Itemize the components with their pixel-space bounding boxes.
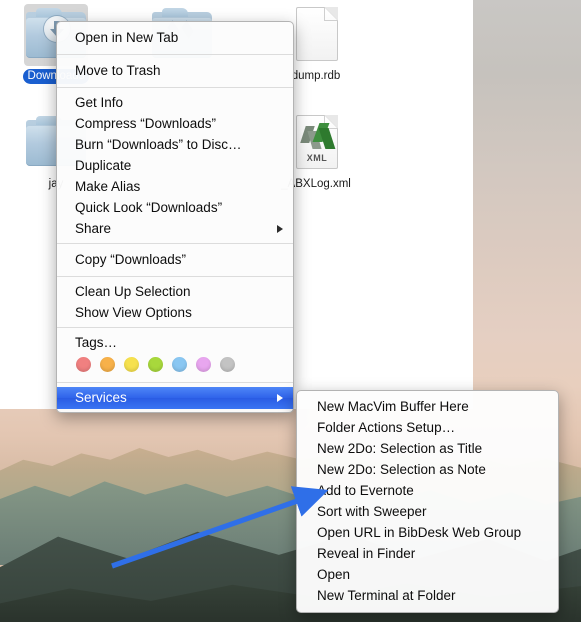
chevron-right-icon [277,394,283,402]
submenu-item-open[interactable]: Open [297,564,558,585]
menu-item-label: Quick Look “Downloads” [75,200,223,215]
menu-item-burn-to-disc[interactable]: Burn “Downloads” to Disc… [57,134,293,155]
menu-item-label: Burn “Downloads” to Disc… [75,137,242,152]
tag-blue-swatch[interactable] [172,357,187,372]
menu-item-share[interactable]: Share [57,218,293,239]
submenu-item-new-macvim-buffer-here[interactable]: New MacVim Buffer Here [297,396,558,417]
menu-item-show-view-options[interactable]: Show View Options [57,302,293,323]
submenu-item-label: New 2Do: Selection as Title [317,441,483,456]
submenu-item-label: New 2Do: Selection as Note [317,462,486,477]
submenu-item-folder-actions-setup[interactable]: Folder Actions Setup… [297,417,558,438]
menu-item-get-info[interactable]: Get Info [57,92,293,113]
tag-color-swatches[interactable] [57,353,293,378]
menu-item-tags[interactable]: Tags… [57,332,293,353]
menu-separator [57,327,293,328]
menu-separator [57,243,293,244]
submenu-item-label: Open URL in BibDesk Web Group [317,525,522,540]
menu-item-label: Duplicate [75,158,132,173]
submenu-item-label: New Terminal at Folder [317,588,456,603]
menu-separator [57,87,293,88]
xml-badge-label: XML [306,153,328,163]
menu-item-label: Move to Trash [75,63,161,78]
menu-item-services[interactable]: Services [57,387,293,409]
menu-item-label: Copy “Downloads” [75,252,187,267]
submenu-item-label: Reveal in Finder [317,546,416,561]
submenu-item-open-url-in-bibdesk-web-group[interactable]: Open URL in BibDesk Web Group [297,522,558,543]
menu-item-label: Tags… [75,335,118,350]
menu-item-duplicate[interactable]: Duplicate [57,155,293,176]
menu-separator [57,54,293,55]
menu-item-label: Show View Options [75,305,192,320]
submenu-item-add-to-evernote[interactable]: Add to Evernote [297,480,558,501]
chevron-right-icon [277,224,283,233]
context-menu: Open in New Tab Move to Trash Get Info C… [56,21,294,413]
submenu-item-new-terminal-at-folder[interactable]: New Terminal at Folder [297,585,558,606]
desktop-item-label: dump.rdb [291,70,341,82]
tag-yellow-swatch[interactable] [124,357,139,372]
submenu-item-new-2do-selection-as-title[interactable]: New 2Do: Selection as Title [297,438,558,459]
menu-item-label: Compress “Downloads” [75,116,217,131]
submenu-item-label: Sort with Sweeper [317,504,427,519]
menu-item-make-alias[interactable]: Make Alias [57,176,293,197]
tag-gray-swatch[interactable] [220,357,235,372]
menu-separator [57,382,293,383]
menu-item-compress[interactable]: Compress “Downloads” [57,113,293,134]
submenu-item-sort-with-sweeper[interactable]: Sort with Sweeper [297,501,558,522]
menu-item-label: Get Info [75,95,124,110]
menu-item-open-in-new-tab[interactable]: Open in New Tab [57,26,293,50]
menu-item-clean-up-selection[interactable]: Clean Up Selection [57,281,293,302]
menu-item-label: Make Alias [75,179,141,194]
tag-purple-swatch[interactable] [196,357,211,372]
submenu-item-reveal-in-finder[interactable]: Reveal in Finder [297,543,558,564]
submenu-item-label: Folder Actions Setup… [317,420,456,435]
menu-item-label: Open in New Tab [75,30,179,45]
menu-item-label: Services [75,390,127,405]
submenu-item-new-2do-selection-as-note[interactable]: New 2Do: Selection as Note [297,459,558,480]
submenu-item-label: Open [317,567,351,582]
menu-item-copy[interactable]: Copy “Downloads” [57,248,293,272]
menu-item-quick-look[interactable]: Quick Look “Downloads” [57,197,293,218]
tag-orange-swatch[interactable] [100,357,115,372]
services-submenu: New MacVim Buffer Here Folder Actions Set… [296,390,559,613]
tag-red-swatch[interactable] [76,357,91,372]
tag-green-swatch[interactable] [148,357,163,372]
menu-separator [57,276,293,277]
menu-item-move-to-trash[interactable]: Move to Trash [57,59,293,83]
submenu-item-label: New MacVim Buffer Here [317,399,469,414]
submenu-item-label: Add to Evernote [317,483,414,498]
menu-item-label: Share [75,221,112,236]
menu-item-label: Clean Up Selection [75,284,191,299]
